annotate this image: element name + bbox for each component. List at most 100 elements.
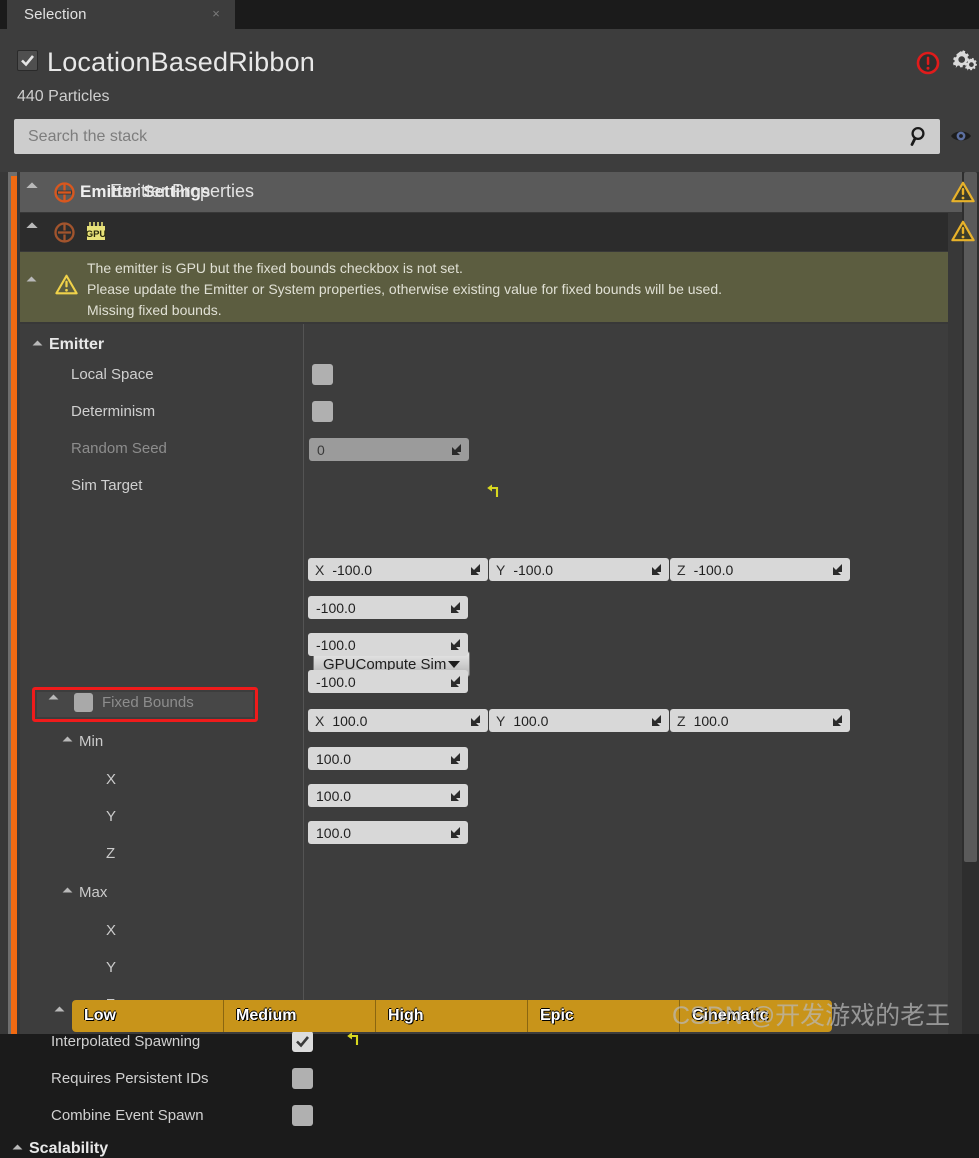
drag-handle-icon[interactable]	[449, 752, 462, 765]
quality-button-cinematic[interactable]: Cinematic	[680, 1000, 832, 1032]
axis-label-z: Z	[677, 561, 686, 578]
emitter-settings-expander[interactable]	[26, 182, 44, 194]
drag-handle-icon[interactable]	[831, 714, 844, 727]
label-random-seed: Random Seed	[71, 440, 167, 457]
label-max-x: X	[106, 922, 117, 939]
quality-button-high[interactable]: High	[376, 1000, 528, 1032]
axis-label-y: Y	[496, 712, 506, 729]
search-input[interactable]	[26, 126, 900, 147]
drag-handle-icon[interactable]	[449, 675, 462, 688]
min-x-value: -100.0	[332, 561, 373, 578]
checkbox-combine-event-spawn[interactable]	[292, 1105, 313, 1126]
warning-triangle-icon[interactable]	[951, 220, 975, 247]
drag-handle-icon[interactable]	[469, 714, 482, 727]
input-max-x[interactable]: 100.0	[308, 747, 468, 770]
drag-handle-icon[interactable]	[450, 443, 463, 456]
quality-button-epic[interactable]: Epic	[528, 1000, 680, 1032]
search-icon[interactable]	[908, 125, 930, 152]
drag-handle-icon[interactable]	[449, 826, 462, 839]
drag-handle-icon[interactable]	[650, 563, 663, 576]
column-splitter[interactable]	[303, 324, 304, 1034]
min-x-component-value: -100.0	[316, 599, 356, 616]
input-max-z[interactable]: 100.0	[308, 821, 468, 844]
min-y-component-value: -100.0	[316, 636, 356, 653]
chevron-expanded-icon[interactable]	[26, 182, 38, 194]
input-min-z-vector[interactable]: Z -100.0	[670, 558, 850, 581]
emitter-icon	[54, 222, 75, 243]
tab-label: Selection	[24, 6, 87, 23]
input-min-x[interactable]: -100.0	[308, 596, 468, 619]
checkbox-local-space[interactable]	[312, 364, 333, 385]
drag-handle-icon[interactable]	[831, 563, 844, 576]
label-sim-target: Sim Target	[71, 477, 143, 494]
section-emitter-properties[interactable]	[20, 213, 948, 251]
label-min-y: Y	[106, 808, 117, 825]
svg-text:GPU: GPU	[86, 229, 107, 240]
chevron-expanded-icon[interactable]	[26, 222, 38, 234]
input-max-z-vector[interactable]: Z 100.0	[670, 709, 850, 732]
search-box[interactable]	[14, 119, 940, 154]
warning-line-1: The emitter is GPU but the fixed bounds …	[87, 260, 463, 276]
warning-triangle-icon[interactable]	[951, 181, 975, 208]
eye-icon[interactable]	[949, 126, 973, 151]
drag-handle-icon[interactable]	[449, 601, 462, 614]
reset-sim-target-icon[interactable]	[484, 483, 500, 504]
checkbox-requires-persistent-ids[interactable]	[292, 1068, 313, 1089]
group-scalability[interactable]: Scalability	[12, 1140, 109, 1158]
scrollbar-thumb[interactable]	[964, 172, 977, 862]
emitter-properties-expander[interactable]	[26, 222, 44, 234]
label-max-y: Y	[106, 959, 117, 976]
input-min-y-vector[interactable]: Y -100.0	[489, 558, 669, 581]
fixed-bounds-highlight	[32, 687, 258, 722]
checkbox-determinism[interactable]	[312, 401, 333, 422]
warning-expander[interactable]	[26, 276, 43, 287]
gear-icon[interactable]	[950, 49, 979, 77]
tab-selection[interactable]: Selection ×	[7, 0, 235, 29]
input-max-x-vector[interactable]: X 100.0	[308, 709, 488, 732]
drag-handle-icon[interactable]	[449, 789, 462, 802]
chevron-expanded-icon[interactable]	[12, 1144, 23, 1154]
label-combine-event-spawn: Combine Event Spawn	[51, 1107, 204, 1124]
max-y-component-value: 100.0	[316, 787, 352, 804]
chevron-expanded-icon[interactable]	[54, 1006, 65, 1017]
label-scalability: Scalability	[29, 1140, 109, 1157]
property-labels-column	[20, 324, 303, 1034]
close-icon[interactable]: ×	[210, 7, 222, 20]
chevron-expanded-icon[interactable]	[32, 340, 43, 350]
fixed-bounds-warning: The emitter is GPU but the fixed bounds …	[20, 252, 948, 322]
input-max-y-vector[interactable]: Y 100.0	[489, 709, 669, 732]
input-min-x-vector[interactable]: X -100.0	[308, 558, 488, 581]
drag-handle-icon[interactable]	[469, 563, 482, 576]
input-min-y[interactable]: -100.0	[308, 633, 468, 656]
search-row	[0, 119, 979, 155]
checkbox-interpolated-spawning[interactable]	[292, 1031, 313, 1052]
input-max-y[interactable]: 100.0	[308, 784, 468, 807]
reset-interpolated-spawning-icon[interactable]	[344, 1031, 360, 1052]
min-z-value: -100.0	[693, 561, 734, 578]
chevron-expanded-icon[interactable]	[26, 276, 37, 287]
group-min[interactable]: Min	[62, 733, 104, 750]
quality-label-low: Low	[84, 1007, 116, 1024]
quality-button-low[interactable]: Low	[72, 1000, 224, 1032]
input-min-z[interactable]: -100.0	[308, 670, 468, 693]
error-circle-icon[interactable]	[916, 51, 940, 75]
emitter-enabled-checkbox[interactable]	[17, 50, 38, 71]
chevron-expanded-icon[interactable]	[62, 736, 73, 747]
max-z-component-value: 100.0	[316, 824, 352, 841]
drag-handle-icon[interactable]	[449, 638, 462, 651]
chevron-expanded-icon[interactable]	[62, 887, 73, 898]
quality-button-medium[interactable]: Medium	[224, 1000, 376, 1032]
drag-handle-icon[interactable]	[650, 714, 663, 727]
label-min-x: X	[106, 771, 117, 788]
quality-level-toolbar[interactable]: Low Medium High Epic Cinematic	[72, 1000, 832, 1032]
random-seed-value: 0	[317, 441, 325, 458]
min-z-component-value: -100.0	[316, 673, 356, 690]
max-z-value: 100.0	[693, 712, 729, 729]
max-x-component-value: 100.0	[316, 750, 352, 767]
input-random-seed[interactable]: 0	[309, 438, 469, 461]
group-max[interactable]: Max	[62, 884, 107, 901]
label-min: Min	[79, 733, 104, 750]
group-emitter[interactable]: Emitter	[32, 336, 104, 354]
quality-expander[interactable]	[54, 1006, 71, 1017]
chevron-down-icon[interactable]	[448, 661, 460, 668]
